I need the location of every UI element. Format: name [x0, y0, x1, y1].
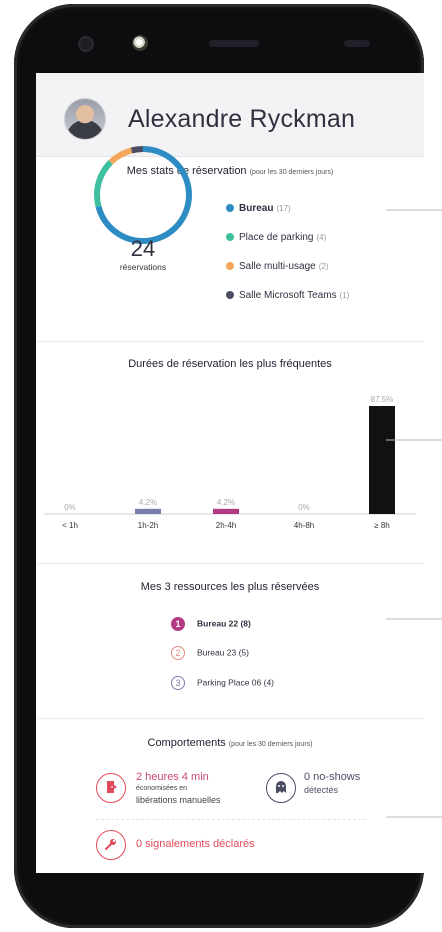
resource-item-3[interactable]: 3 Parking Place 06 (4) — [171, 676, 274, 690]
earpiece-speaker — [209, 40, 259, 47]
resource-label: Parking Place 06 (4) — [197, 677, 275, 688]
resource-item-2[interactable]: 2 Bureau 23 (5) — [171, 646, 249, 660]
section-divider — [36, 563, 424, 564]
bar-value-label: 4.2% — [139, 498, 157, 507]
saved-sub: économisées en — [136, 785, 187, 792]
phone-bottom-bezel — [14, 873, 424, 928]
resource-item-1[interactable]: 1 Bureau 22 (8) — [171, 617, 251, 631]
bar-category-label: 1h-2h — [138, 521, 158, 530]
bar-2 — [213, 508, 239, 514]
front-sensor-icon — [80, 38, 92, 50]
durations-bar-chart: 0% < 1h 4.2% 1h-2h 4.2% 2h-4h 0% 4h-8h 87.5% ≥ 8h — [44, 395, 416, 530]
wrench-icon — [96, 830, 126, 860]
phone-top-bar — [44, 18, 394, 76]
bar-value-label: 4.2% — [217, 498, 235, 507]
rank-2-badge: 2 — [171, 646, 185, 660]
resources-title: Mes 3 ressources les plus réservées — [140, 581, 320, 593]
bar-value-label: 87.5% — [371, 395, 394, 404]
rank-1-badge: 1 — [171, 617, 185, 631]
behaviours-note: (pour les 30 derniers jours) — [228, 741, 313, 748]
behaviours-title: Comportements — [147, 737, 226, 749]
bar-category-label: 4h-8h — [294, 521, 314, 530]
bar-category-label: ≥ 8h — [374, 521, 390, 530]
saved-label: libérations manuelles — [136, 795, 221, 805]
no-shows-sub: détectés — [304, 785, 339, 795]
bar-category-label: 2h-4h — [216, 521, 236, 530]
reports-count: 0 signalements déclarés — [136, 838, 255, 850]
resource-label: Bureau 23 (5) — [197, 647, 249, 658]
bar-value-label: 0% — [64, 503, 76, 512]
app-screen: Alexandre Ryckman Mes stats de réservati… — [36, 73, 424, 873]
saved-time: 2 heures 4 min — [136, 771, 209, 783]
bar-value-label: 0% — [298, 503, 310, 512]
no-shows: 0 no-shows — [304, 771, 361, 783]
resource-label: Bureau 22 (8) — [197, 618, 251, 629]
ghost-icon — [266, 773, 296, 803]
dashed-separator — [96, 819, 366, 820]
section-divider — [36, 718, 424, 719]
front-camera-icon — [132, 35, 148, 51]
rank-3-badge: 3 — [171, 676, 185, 690]
bar-category-label: < 1h — [62, 521, 78, 530]
proximity-sensor — [344, 40, 370, 47]
bar-4 — [369, 406, 395, 514]
behaviours-section-title: Comportements (pour les 30 derniers jour… — [36, 737, 424, 749]
door-exit-icon — [96, 773, 126, 803]
bar-1 — [135, 508, 161, 514]
